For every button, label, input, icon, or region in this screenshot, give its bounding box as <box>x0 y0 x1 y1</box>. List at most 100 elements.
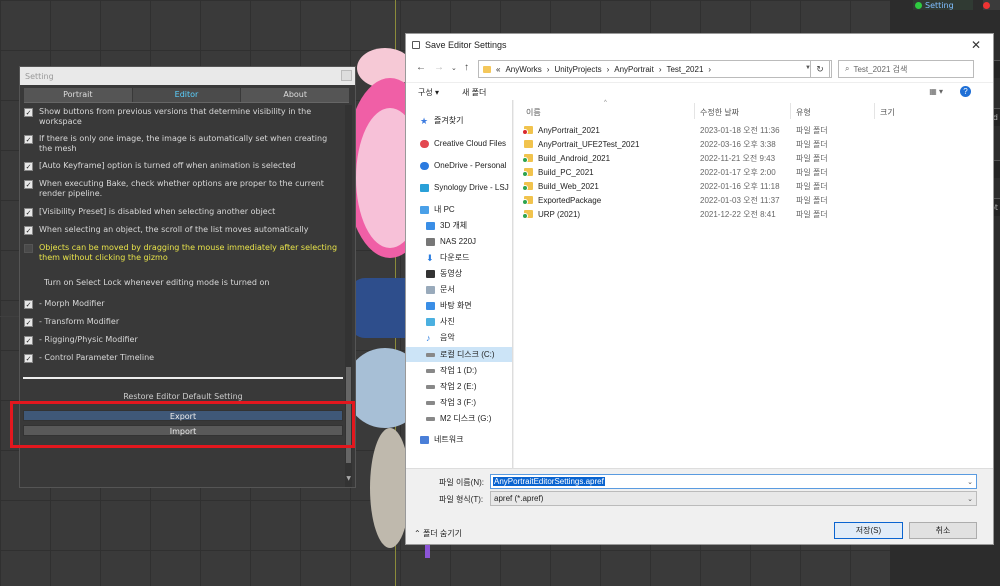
hide-folders-button[interactable]: ⌃ 폴더 숨기기 <box>414 528 462 539</box>
column-header-size[interactable]: 크기 <box>880 107 895 118</box>
tab-editor[interactable]: Editor <box>132 88 241 102</box>
address-bar[interactable]: « AnyWorks › UnityProjects › AnyPortrait… <box>478 60 832 78</box>
nav-item-creative-cloud[interactable]: Creative Cloud Files <box>406 136 512 151</box>
cube-icon <box>426 221 435 230</box>
nav-item-desktop[interactable]: 바탕 화면 <box>406 298 512 313</box>
chevron-down-icon[interactable]: ⌄ <box>451 64 457 72</box>
search-input[interactable]: ⌕ Test_2021 검색 <box>838 60 974 78</box>
refresh-button[interactable]: ↻ <box>810 60 830 78</box>
nav-item-3d-objects[interactable]: 3D 개체 <box>406 218 512 233</box>
up-arrow-icon[interactable]: ↑ <box>464 62 469 73</box>
search-placeholder: Test_2021 검색 <box>853 64 908 74</box>
filetype-label: 파일 형식(T): <box>439 495 484 504</box>
breadcrumb-item[interactable]: UnityProjects <box>554 65 601 74</box>
breadcrumb-item[interactable]: AnyPortrait <box>614 65 654 74</box>
tab-portrait[interactable]: Portrait <box>24 88 132 102</box>
checkbox[interactable]: ✓ <box>24 336 33 345</box>
nav-item-quick-access[interactable]: ★ 즐겨찾기 <box>406 113 512 128</box>
option-row[interactable]: ✓ [Visibility Preset] is disabled when s… <box>24 207 340 217</box>
lock-option-row[interactable]: ✓ - Rigging/Physic Modifier <box>24 335 340 345</box>
option-row[interactable]: ✓ If there is only one image, the image … <box>24 134 340 154</box>
lock-option-row[interactable]: ✓ - Morph Modifier <box>24 299 340 309</box>
back-arrow-icon[interactable]: ← <box>416 62 426 73</box>
nav-item-drive-f[interactable]: 작업 3 (F:) <box>406 395 512 410</box>
column-header-name[interactable]: 이름 <box>526 107 541 118</box>
organize-menu[interactable]: 구성 ▾ <box>418 87 439 98</box>
star-icon: ★ <box>420 115 429 126</box>
filetype-select[interactable]: apref (*.apref) ⌄ <box>490 491 977 506</box>
nav-item-label: 사진 <box>440 317 455 326</box>
column-divider[interactable] <box>874 103 875 119</box>
tab-about[interactable]: About <box>241 88 350 102</box>
file-row[interactable]: URP (2021) 2021-12-22 오전 8:41 파일 폴더 <box>520 207 860 221</box>
checkbox[interactable] <box>24 244 33 253</box>
option-row[interactable]: Objects can be moved by dragging the mou… <box>24 243 340 263</box>
nav-item-label: 네트워크 <box>434 435 464 444</box>
option-row[interactable]: ✓ When executing Bake, check whether opt… <box>24 179 340 199</box>
checkbox[interactable]: ✓ <box>24 354 33 363</box>
breadcrumb-sep: › <box>546 64 550 74</box>
sync-ok-icon <box>522 213 528 219</box>
nav-item-drive-e[interactable]: 작업 2 (E:) <box>406 379 512 394</box>
breadcrumb-item[interactable]: AnyWorks <box>505 65 541 74</box>
option-row[interactable]: ✓ Show buttons from previous versions th… <box>24 107 340 127</box>
column-header-date[interactable]: 수정한 날짜 <box>700 107 739 118</box>
view-options-icon[interactable]: ▦ ▾ <box>929 87 943 96</box>
cancel-button[interactable]: 취소 <box>909 522 977 539</box>
checkbox[interactable]: ✓ <box>24 300 33 309</box>
file-row[interactable]: ExportedPackage 2022-01-03 오전 11:37 파일 폴… <box>520 193 860 207</box>
nav-item-this-pc[interactable]: 내 PC <box>406 202 512 217</box>
option-row[interactable]: ✓ [Auto Keyframe] option is turned off w… <box>24 161 340 171</box>
file-row[interactable]: AnyPortrait_2021 2023-01-18 오전 11:36 파일 … <box>520 123 860 137</box>
file-name: Build_Web_2021 <box>538 181 599 191</box>
nav-item-pictures[interactable]: 사진 <box>406 314 512 329</box>
window-box-icon[interactable] <box>341 70 352 81</box>
file-type: 파일 폴더 <box>796 153 828 163</box>
checkbox[interactable]: ✓ <box>24 318 33 327</box>
nav-item-onedrive[interactable]: OneDrive - Personal <box>406 158 512 173</box>
checkbox[interactable]: ✓ <box>24 180 33 189</box>
close-icon[interactable]: ✕ <box>971 38 981 52</box>
column-divider[interactable] <box>790 103 791 119</box>
file-row[interactable]: AnyPortrait_UFE2Test_2021 2022-03-16 오후 … <box>520 137 860 151</box>
filename-input[interactable]: AnyPortraitEditorSettings.apref ⌄ <box>490 474 977 489</box>
nav-item-drive-d[interactable]: 작업 1 (D:) <box>406 363 512 378</box>
nav-item-synology[interactable]: Synology Drive - LSJ <box>406 180 512 195</box>
nav-item-documents[interactable]: 문서 <box>406 282 512 297</box>
checkbox[interactable]: ✓ <box>24 208 33 217</box>
save-button[interactable]: 저장(S) <box>834 522 903 539</box>
new-folder-button[interactable]: 새 폴더 <box>462 87 486 98</box>
scroll-down-icon[interactable]: ▼ <box>346 475 351 482</box>
restore-default-button[interactable]: Restore Editor Default Setting <box>23 392 343 401</box>
help-icon[interactable]: ? <box>960 86 971 97</box>
column-divider[interactable] <box>694 103 695 119</box>
dialog-title-bar[interactable]: Save Editor Settings ✕ <box>406 34 993 56</box>
nav-item-videos[interactable]: 동영상 <box>406 266 512 281</box>
unity-setting-tab-label: Setting <box>925 0 954 10</box>
lock-option-row[interactable]: ✓ - Transform Modifier <box>24 317 340 327</box>
column-header-type[interactable]: 유형 <box>796 107 811 118</box>
nav-item-music[interactable]: ♪ 음악 <box>406 330 512 345</box>
nav-item-nas[interactable]: NAS 220J <box>406 234 512 249</box>
nav-item-network[interactable]: 네트워크 <box>406 432 512 447</box>
drive-icon <box>426 368 435 373</box>
chevron-down-icon[interactable]: ⌄ <box>967 478 973 486</box>
nav-item-local-disk-c[interactable]: 로컬 디스크 (C:) <box>406 347 512 362</box>
checkbox[interactable]: ✓ <box>24 226 33 235</box>
unity-error-tab[interactable] <box>983 0 1000 10</box>
checkbox[interactable]: ✓ <box>24 135 33 144</box>
download-icon: ⬇ <box>426 252 434 263</box>
nav-item-drive-g[interactable]: M2 디스크 (G:) <box>406 411 512 426</box>
lock-option-row[interactable]: ✓ - Control Parameter Timeline <box>24 353 340 363</box>
file-row[interactable]: Build_Web_2021 2022-01-16 오후 11:18 파일 폴더 <box>520 179 860 193</box>
settings-title-bar[interactable]: Setting <box>20 67 355 85</box>
unity-setting-tab[interactable]: Setting <box>913 0 973 10</box>
file-row[interactable]: Build_PC_2021 2022-01-17 오후 2:00 파일 폴더 <box>520 165 860 179</box>
file-row[interactable]: Build_Android_2021 2022-11-21 오전 9:43 파일… <box>520 151 860 165</box>
checkbox[interactable]: ✓ <box>24 162 33 171</box>
checkbox[interactable]: ✓ <box>24 108 33 117</box>
nav-item-downloads[interactable]: ⬇ 다운로드 <box>406 250 512 265</box>
option-row[interactable]: ✓ When selecting an object, the scroll o… <box>24 225 340 235</box>
forward-arrow-icon[interactable]: → <box>434 62 444 73</box>
breadcrumb-item[interactable]: Test_2021 <box>666 65 703 74</box>
